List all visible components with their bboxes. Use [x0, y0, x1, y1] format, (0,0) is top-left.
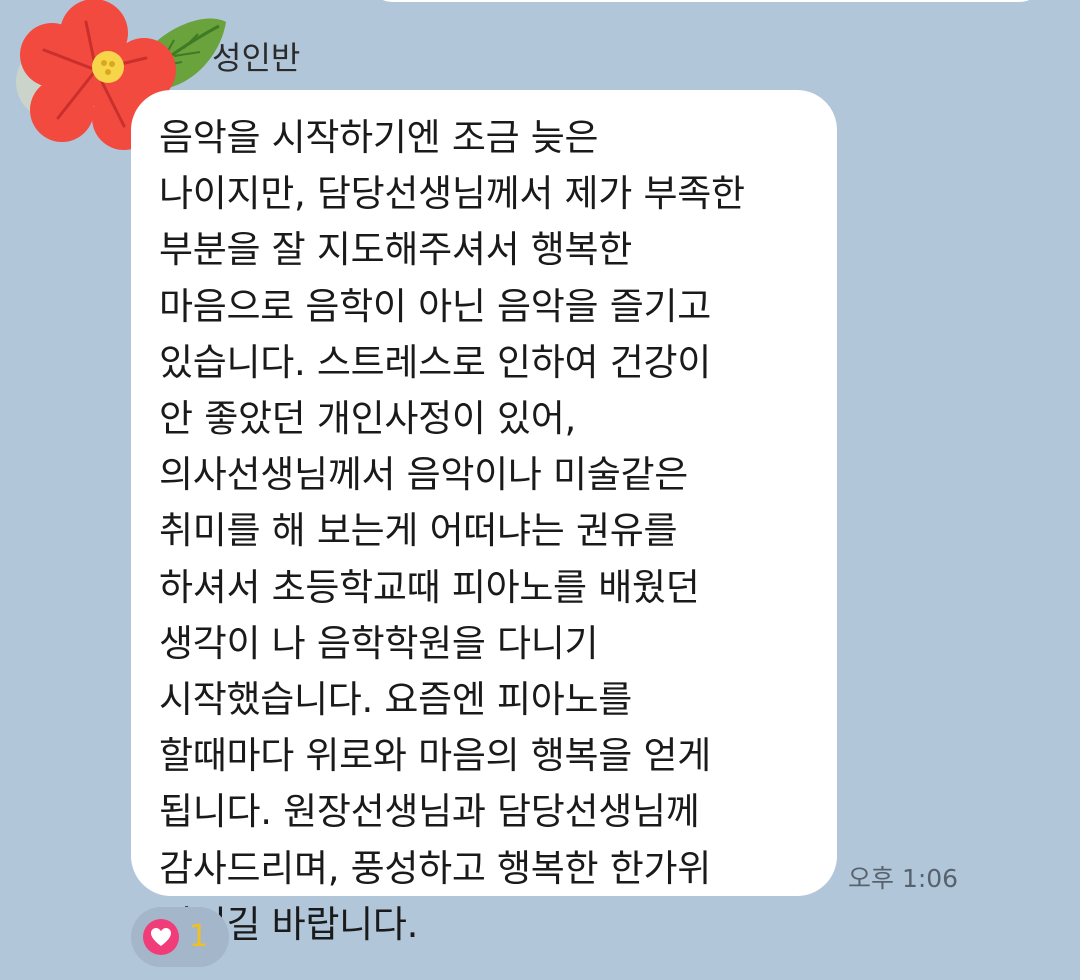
previous-message-bubble[interactable] — [370, 0, 1042, 2]
sender-name: 성인반 — [212, 39, 301, 77]
message-text: 음악을 시작하기엔 조금 늦은 나이지만, 담당선생님께서 제가 부족한 부분을… — [159, 116, 745, 946]
reaction-count: 1 — [189, 919, 209, 954]
reaction-button[interactable]: 1 — [131, 907, 229, 967]
heart-icon — [143, 919, 179, 955]
chat-room: 성인반 음악을 시작하기엔 조금 늦은 나이지만, 담당선생님께서 제가 부족한… — [0, 0, 1080, 980]
message-timestamp: 오후 1:06 — [848, 864, 959, 893]
